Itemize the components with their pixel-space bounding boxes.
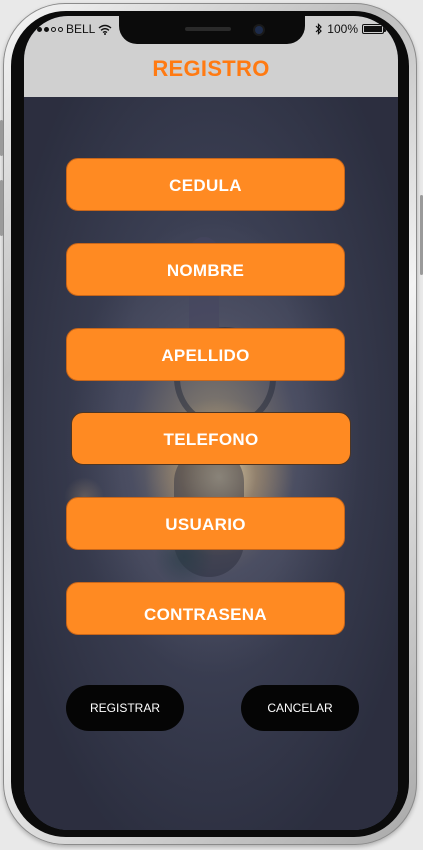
register-button[interactable]: REGISTRAR (66, 685, 184, 731)
telefono-field[interactable]: TELEFONO (71, 412, 351, 465)
bluetooth-icon (315, 23, 323, 35)
nombre-field[interactable]: NOMBRE (66, 243, 345, 296)
phone-side-button (0, 180, 3, 236)
front-camera (255, 26, 263, 34)
wifi-icon (98, 24, 112, 35)
apellido-field[interactable]: APELLIDO (66, 328, 345, 381)
cancel-button[interactable]: CANCELAR (241, 685, 359, 731)
page-title: REGISTRO (152, 56, 270, 81)
battery-icon (362, 24, 386, 34)
speaker-grille (185, 27, 231, 31)
contrasena-field[interactable]: CONTRASENA (66, 582, 345, 635)
usuario-field[interactable]: USUARIO (66, 497, 345, 550)
phone-notch (119, 16, 305, 44)
battery-percent: 100% (327, 22, 358, 36)
navigation-bar: REGISTRO (24, 46, 398, 98)
phone-side-button (0, 120, 3, 156)
cedula-field[interactable]: CEDULA (66, 158, 345, 211)
carrier-label: BELL (66, 22, 96, 36)
signal-dots-icon (37, 26, 63, 32)
app-screen: BELL 100% REGISTRO CEDULA NOMBRE APELLID… (24, 16, 398, 830)
